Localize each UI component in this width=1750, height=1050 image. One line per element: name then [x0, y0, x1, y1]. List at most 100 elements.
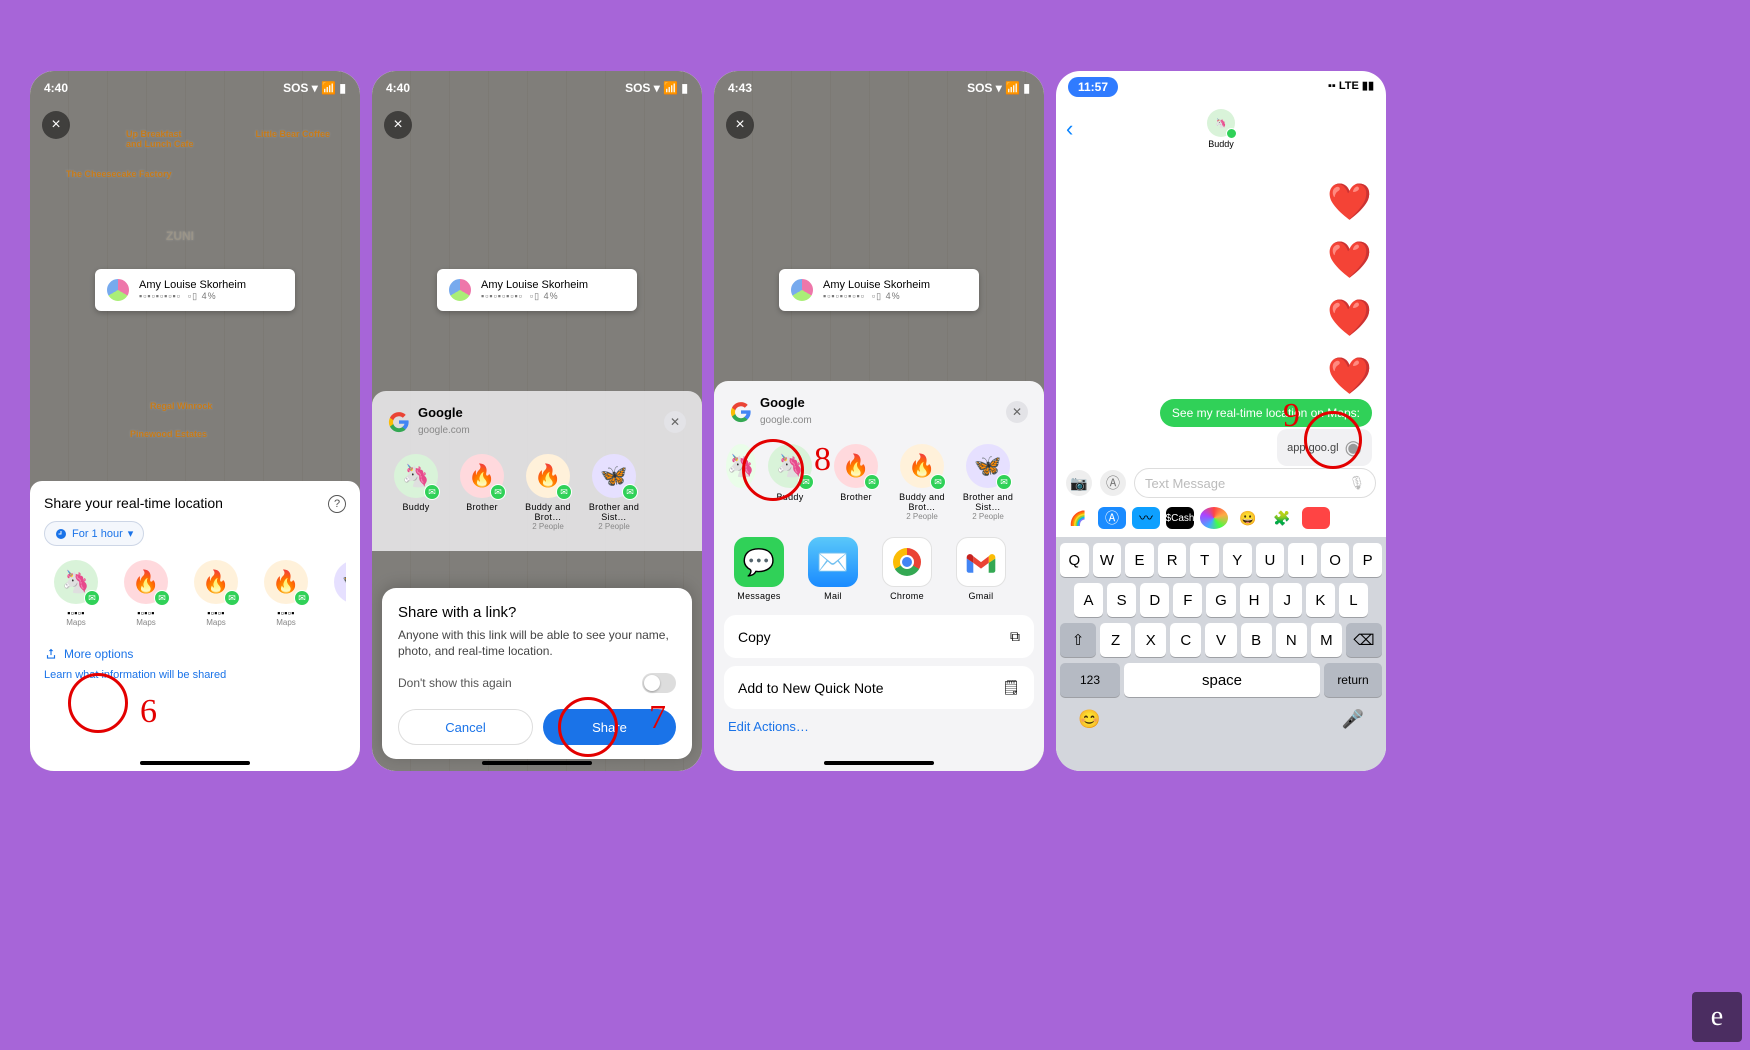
user-location-card[interactable]: Amy Louise Skorheim ▪▫▪▫▪▫▪▫▪▫ ▫▯ 4%: [437, 269, 637, 311]
key[interactable]: J: [1273, 583, 1302, 617]
key[interactable]: B: [1241, 623, 1272, 657]
share-contact-partial[interactable]: 🦄: [726, 444, 756, 521]
key[interactable]: C: [1170, 623, 1201, 657]
share-app-gmail[interactable]: Gmail: [948, 537, 1014, 601]
contact-header[interactable]: 🦄 Buddy: [1207, 109, 1235, 149]
mail-icon: ✉️: [808, 537, 858, 587]
home-indicator[interactable]: [140, 761, 250, 765]
screenshot-2: 4:40 SOS ▾ 📶 ▮ × Amy Louise Skorheim ▪▫▪…: [372, 71, 702, 771]
contact-item[interactable]: 🦋✉: [324, 560, 346, 627]
key[interactable]: T: [1190, 543, 1219, 577]
user-location-card[interactable]: Amy Louise Skorheim ▪▫▪▫▪▫▪▫▪▫ ▫▯ 4%: [95, 269, 295, 311]
key[interactable]: H: [1240, 583, 1269, 617]
heart-message[interactable]: ❤️: [1327, 297, 1372, 339]
key[interactable]: U: [1256, 543, 1285, 577]
share-app-chrome[interactable]: Chrome: [874, 537, 940, 601]
help-icon[interactable]: ?: [328, 495, 346, 513]
share-up-icon: [44, 647, 58, 661]
share-contact-buddy[interactable]: 🦄✉Buddy: [758, 444, 822, 521]
dictate-icon[interactable]: 🎙: [1348, 475, 1365, 491]
camera-button[interactable]: 📷: [1066, 470, 1092, 496]
more-options-link[interactable]: More options: [44, 647, 346, 661]
apps-button[interactable]: Ⓐ: [1100, 470, 1126, 496]
share-sheet: Share your real-time location ? For 1 ho…: [30, 481, 360, 771]
close-button[interactable]: ×: [42, 111, 70, 139]
contact-item[interactable]: 🔥✉▪▫▪▫▪Maps: [184, 560, 248, 627]
dont-show-toggle[interactable]: [642, 673, 676, 693]
heart-message[interactable]: ❤️: [1327, 355, 1372, 397]
key[interactable]: G: [1206, 583, 1235, 617]
key[interactable]: M: [1311, 623, 1342, 657]
key[interactable]: N: [1276, 623, 1307, 657]
numeric-key[interactable]: 123: [1060, 663, 1120, 697]
heart-message[interactable]: ❤️: [1327, 181, 1372, 223]
tray-app[interactable]: 😀: [1234, 507, 1262, 529]
compose-bar: 📷 Ⓐ Text Message 🎙: [1066, 467, 1376, 499]
key[interactable]: Z: [1100, 623, 1131, 657]
tray-app[interactable]: $Cash: [1166, 507, 1194, 529]
user-name: Amy Louise Skorheim: [139, 279, 246, 291]
return-key[interactable]: return: [1324, 663, 1382, 697]
edit-actions-link[interactable]: Edit Actions…: [724, 709, 1034, 734]
key[interactable]: F: [1173, 583, 1202, 617]
ios-share-sheet: Googlegoogle.com ✕ 🦄 🦄✉Buddy 🔥✉Brother 🔥…: [714, 381, 1044, 771]
shift-key[interactable]: ⇧: [1060, 623, 1096, 657]
screenshot-3: 4:43 SOS ▾ 📶 ▮ × Amy Louise Skorheim ▪▫▪…: [714, 71, 1044, 771]
share-contact[interactable]: 🦋✉Brother and Sist…2 People: [582, 454, 646, 531]
key[interactable]: X: [1135, 623, 1166, 657]
close-sheet-button[interactable]: ✕: [1006, 401, 1028, 423]
tray-app[interactable]: [1302, 507, 1330, 529]
contact-item[interactable]: 🔥✉▪▫▪▫▪Maps: [114, 560, 178, 627]
tray-app[interactable]: 🌈: [1064, 507, 1092, 529]
tray-app[interactable]: 〰: [1132, 507, 1160, 529]
annotation-number: 7: [649, 699, 666, 737]
mic-key[interactable]: 🎤: [1342, 709, 1364, 730]
delete-key[interactable]: ⌫: [1346, 623, 1382, 657]
share-contact[interactable]: 🔥✉Brother: [450, 454, 514, 531]
key[interactable]: I: [1288, 543, 1317, 577]
duration-chip[interactable]: For 1 hour ▾: [44, 521, 144, 546]
share-app-mail[interactable]: ✉️Mail: [800, 537, 866, 601]
key[interactable]: O: [1321, 543, 1350, 577]
sent-message-bubble[interactable]: See my real-time location on Maps:: [1160, 399, 1372, 427]
close-sheet-button[interactable]: ✕: [664, 411, 686, 433]
contact-item[interactable]: 🦄✉▪▫▪▫▪Maps: [44, 560, 108, 627]
contact-item[interactable]: 🔥✉▪▫▪▫▪Maps: [254, 560, 318, 627]
key[interactable]: P: [1353, 543, 1382, 577]
share-app-messages[interactable]: 💬Messages: [726, 537, 792, 601]
space-key[interactable]: space: [1124, 663, 1320, 697]
cancel-button[interactable]: Cancel: [398, 709, 533, 745]
share-contact[interactable]: 🔥✉Brother: [824, 444, 888, 521]
key[interactable]: E: [1125, 543, 1154, 577]
tray-app[interactable]: [1200, 507, 1228, 529]
emoji-key[interactable]: 😊: [1078, 709, 1100, 730]
user-location-card[interactable]: Amy Louise Skorheim ▪▫▪▫▪▫▪▫▪▫ ▫▯ 4%: [779, 269, 979, 311]
key[interactable]: A: [1074, 583, 1103, 617]
quicknote-action[interactable]: Add to New Quick Note🗒: [724, 666, 1034, 709]
tray-app[interactable]: 🧩: [1268, 507, 1296, 529]
key[interactable]: R: [1158, 543, 1187, 577]
key[interactable]: K: [1306, 583, 1335, 617]
share-contact[interactable]: 🦄✉Buddy: [384, 454, 448, 531]
key[interactable]: Y: [1223, 543, 1252, 577]
back-button[interactable]: ‹: [1066, 116, 1073, 142]
heart-message[interactable]: ❤️: [1327, 239, 1372, 281]
key[interactable]: D: [1140, 583, 1169, 617]
key[interactable]: W: [1093, 543, 1122, 577]
key[interactable]: V: [1205, 623, 1236, 657]
key[interactable]: S: [1107, 583, 1136, 617]
text-input[interactable]: Text Message 🎙: [1134, 468, 1376, 498]
home-indicator[interactable]: [824, 761, 934, 765]
info-link[interactable]: Learn what information will be shared: [44, 669, 346, 681]
copy-action[interactable]: Copy⧉: [724, 615, 1034, 658]
share-contact[interactable]: 🔥✉Buddy and Brot…2 People: [516, 454, 580, 531]
tray-app[interactable]: Ⓐ: [1098, 507, 1126, 529]
watermark: e: [1692, 992, 1742, 1042]
close-button[interactable]: ×: [384, 111, 412, 139]
share-contact[interactable]: 🔥✉Buddy and Brot…2 People: [890, 444, 954, 521]
key[interactable]: Q: [1060, 543, 1089, 577]
close-button[interactable]: ×: [726, 111, 754, 139]
share-contact[interactable]: 🦋✉Brother and Sist…2 People: [956, 444, 1020, 521]
home-indicator[interactable]: [482, 761, 592, 765]
key[interactable]: L: [1339, 583, 1368, 617]
